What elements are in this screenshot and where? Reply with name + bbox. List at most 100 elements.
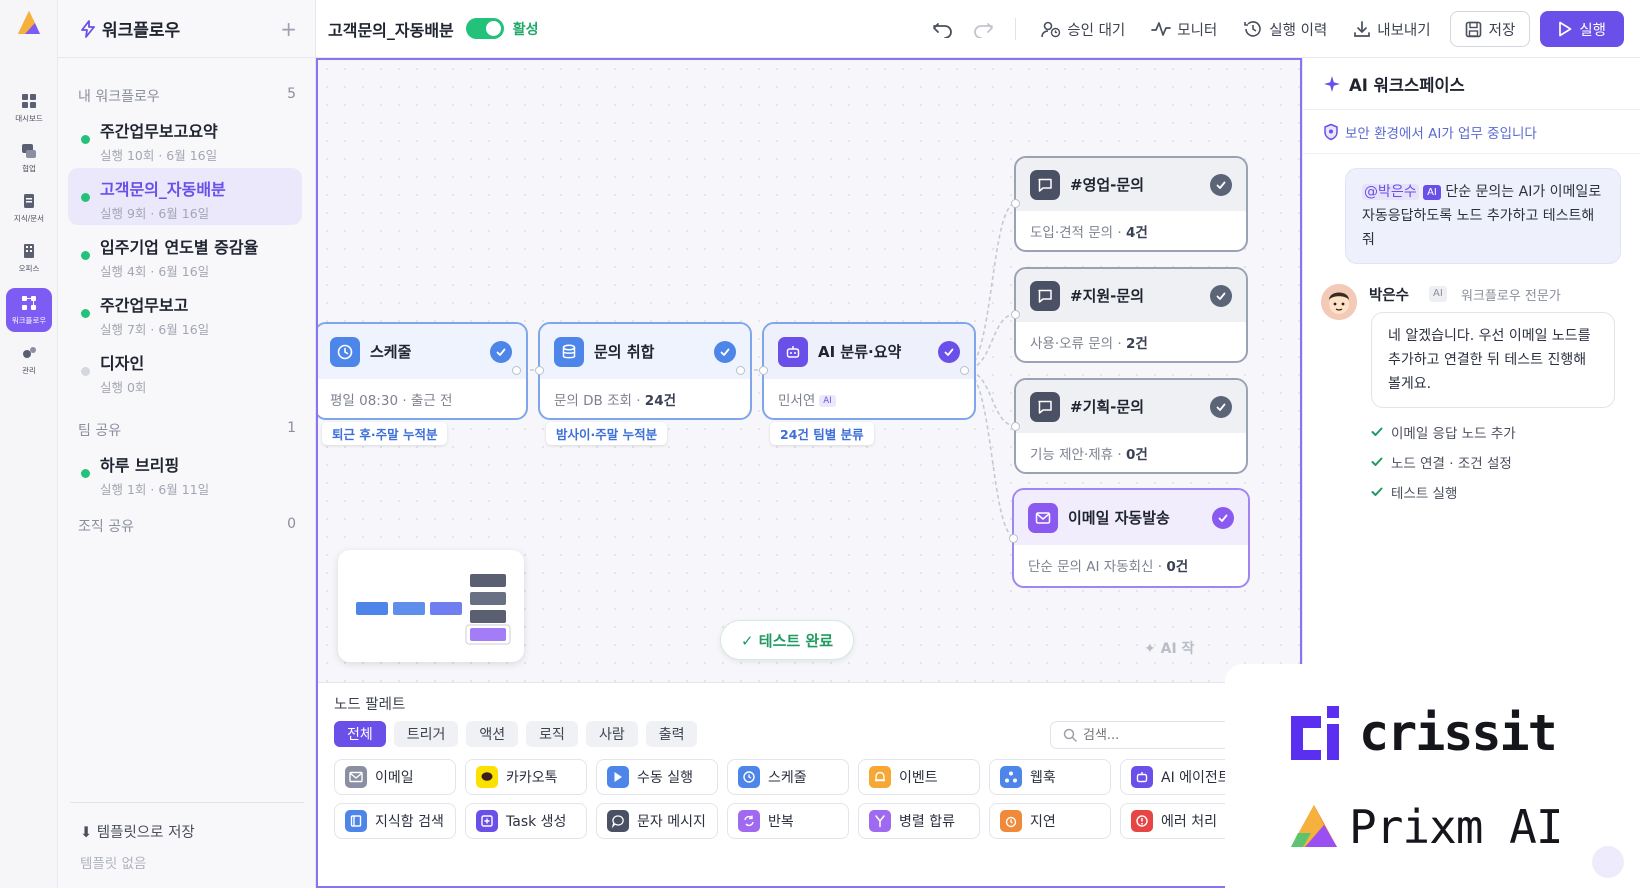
- rail-label: 워크플로우: [11, 316, 47, 325]
- workflow-meta: 실행 9회 · 6월 16일: [100, 206, 210, 221]
- input-port[interactable]: [1011, 310, 1020, 319]
- palette-node-webhook[interactable]: 웹훅: [989, 759, 1111, 795]
- output-port[interactable]: [512, 366, 521, 375]
- palette-node-sms[interactable]: 문자 메시지: [596, 803, 718, 839]
- workflow-item[interactable]: 하루 브리핑 실행 1회 · 6월 11일: [68, 444, 302, 501]
- workflow-title[interactable]: 고객문의_자동배분: [328, 17, 454, 41]
- palette-node-parallel-join[interactable]: 병렬 합류: [858, 803, 980, 839]
- section-label: 조직 공유: [78, 519, 134, 535]
- output-port[interactable]: [960, 366, 969, 375]
- palette-search-input[interactable]: [1083, 727, 1223, 743]
- check-icon: [1210, 173, 1232, 196]
- palette-node-ai-agent[interactable]: AI 에이전트: [1120, 759, 1242, 795]
- palette-tab-all[interactable]: 전체: [334, 721, 386, 747]
- app-logo-icon[interactable]: [17, 10, 41, 36]
- workflow-canvas[interactable]: 스케줄 평일 08:30 · 출근 전 퇴근 후·주말 누적분 문의 취합 문의…: [316, 58, 1302, 888]
- repeat-icon: [738, 810, 760, 832]
- save-icon: [1465, 21, 1481, 37]
- shield-icon: [1324, 123, 1338, 140]
- monitor-button[interactable]: 모니터: [1138, 11, 1230, 47]
- chip-label: AI 에이전트: [1161, 770, 1231, 786]
- redo-button[interactable]: [963, 11, 1003, 47]
- workflow-meta: 실행 1회 · 6월 11일: [100, 482, 210, 497]
- robot-icon: [778, 336, 808, 367]
- input-port[interactable]: [535, 366, 544, 375]
- rail-item-admin[interactable]: 관리: [6, 338, 52, 382]
- ai-working-hint: ✦ AI 작: [1144, 641, 1195, 657]
- save-button[interactable]: 저장: [1449, 11, 1531, 47]
- rail-item-collab[interactable]: 협업: [6, 136, 52, 180]
- node-email-auto[interactable]: 이메일 자동발송 단순 문의 AI 자동회신 · 0건: [1012, 488, 1250, 588]
- export-button[interactable]: 내보내기: [1340, 11, 1443, 47]
- node-header: #지원-문의: [1016, 269, 1246, 322]
- workflow-item[interactable]: 주간업무보고요약 실행 10회 · 6월 16일: [68, 110, 302, 167]
- undo-icon: [933, 23, 953, 38]
- workflow-meta: 실행 10회 · 6월 16일: [100, 148, 218, 163]
- check-icon: [490, 340, 512, 363]
- palette-tab-logic[interactable]: 로직: [526, 721, 578, 747]
- run-button[interactable]: 실행: [1540, 11, 1624, 47]
- output-port[interactable]: [736, 366, 745, 375]
- status-dot: [81, 193, 90, 202]
- agent-name: 박은수: [1369, 288, 1410, 304]
- node-support-channel[interactable]: #지원-문의 사용·오류 문의 · 2건: [1014, 267, 1248, 363]
- palette-node-task-create[interactable]: Task 생성: [465, 803, 587, 839]
- undo-button[interactable]: [923, 11, 963, 47]
- node-sales-channel[interactable]: #영업-문의 도입·견적 문의 · 4건: [1014, 156, 1248, 252]
- workflow-meta: 실행 0회: [100, 380, 147, 395]
- workflow-meta: 실행 4회 · 6월 16일: [100, 264, 210, 279]
- node-collect-inquiries[interactable]: 문의 취합 문의 DB 조회 · 24건: [538, 322, 752, 420]
- crissit-logo: crissit: [1287, 704, 1558, 762]
- sidebar-title: 워크플로우: [102, 21, 181, 41]
- user-mention[interactable]: @박은수: [1362, 184, 1419, 200]
- pulse-icon: [1151, 22, 1172, 36]
- node-planning-channel[interactable]: #기획-문의 기능 제안·제휴 · 0건: [1014, 378, 1248, 474]
- sidebar-header: 워크플로우 +: [58, 0, 315, 58]
- ai-badge: AI: [1423, 184, 1441, 200]
- node-schedule[interactable]: 스케줄 평일 08:30 · 출근 전: [318, 322, 528, 420]
- palette-node-email[interactable]: 이메일: [334, 759, 456, 795]
- workflow-item[interactable]: 디자인 실행 0회: [68, 342, 302, 399]
- avatar[interactable]: [1321, 284, 1357, 320]
- palette-tab-trigger[interactable]: 트리거: [393, 721, 459, 747]
- crissit-mark-icon: [1291, 706, 1339, 760]
- rail-item-office[interactable]: 오피스: [6, 236, 52, 280]
- palette-node-knowledge-search[interactable]: 지식함 검색: [334, 803, 456, 839]
- canvas-minimap[interactable]: [338, 550, 524, 662]
- node-annotation-pill: 퇴근 후·주말 누적분: [322, 422, 448, 445]
- palette-node-error-handling[interactable]: 에러 처리: [1120, 803, 1242, 839]
- chat-fab-button[interactable]: [1592, 846, 1624, 878]
- rail-item-workflow[interactable]: 워크플로우: [6, 288, 52, 332]
- save-as-template-button[interactable]: ⬇ 템플릿으로 저장: [80, 821, 294, 842]
- rail-item-knowledge[interactable]: 지식/문서: [6, 186, 52, 230]
- node-annotation-pill: 24건 팀별 분류: [770, 422, 874, 445]
- input-port[interactable]: [1011, 199, 1020, 208]
- palette-node-delay[interactable]: 지연: [989, 803, 1111, 839]
- active-toggle[interactable]: [465, 18, 504, 39]
- building-icon: [24, 244, 34, 258]
- book-icon: [345, 810, 367, 832]
- palette-node-manual-run[interactable]: 수동 실행: [596, 759, 718, 795]
- approval-pending-button[interactable]: 승인 대기: [1028, 11, 1138, 47]
- workflow-item[interactable]: 입주기업 연도별 증감율 실행 4회 · 6월 16일: [68, 226, 302, 283]
- prixm-logo: Prixm AI: [1289, 800, 1564, 854]
- palette-node-kakaotalk[interactable]: 카카오톡: [465, 759, 587, 795]
- palette-tab-people[interactable]: 사람: [585, 721, 638, 747]
- input-port[interactable]: [759, 366, 768, 375]
- database-icon: [554, 336, 584, 367]
- run-history-button[interactable]: 실행 이력: [1230, 11, 1340, 47]
- palette-node-schedule[interactable]: 스케줄: [727, 759, 849, 795]
- palette-node-event[interactable]: 이벤트: [858, 759, 980, 795]
- palette-tab-output[interactable]: 출력: [645, 721, 698, 747]
- palette-tab-action[interactable]: 액션: [466, 721, 519, 747]
- workflow-item-active[interactable]: 고객문의_자동배분 실행 9회 · 6월 16일: [68, 168, 302, 225]
- add-workflow-button[interactable]: +: [280, 19, 297, 39]
- input-port[interactable]: [1011, 422, 1020, 431]
- node-ai-classify[interactable]: AI 분류·요약 민서연 AI: [762, 322, 976, 420]
- workflow-item[interactable]: 주간업무보고 실행 7회 · 6월 16일: [68, 284, 302, 341]
- input-port[interactable]: [1009, 534, 1018, 543]
- node-description: 민서연 AI: [764, 379, 974, 419]
- palette-node-loop[interactable]: 반복: [727, 803, 849, 839]
- rail-item-dashboard[interactable]: 대시보드: [6, 86, 52, 130]
- workflow-name: 고객문의_자동배분: [100, 180, 226, 199]
